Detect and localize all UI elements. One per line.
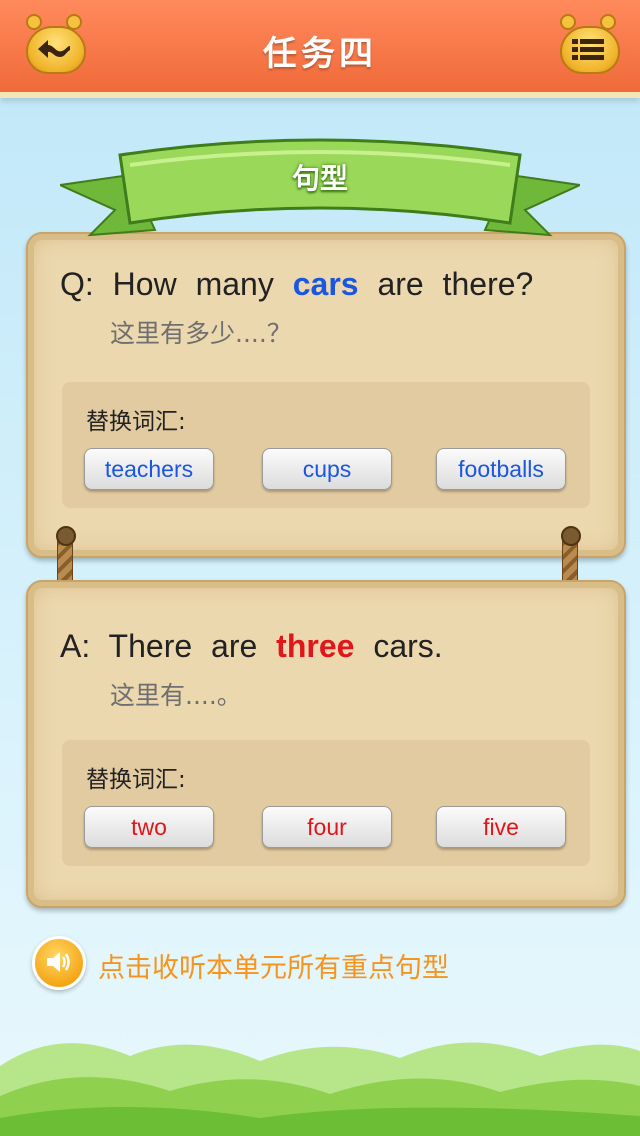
- header-bar: 任务四: [0, 0, 640, 98]
- question-board: Q: How many cars are there? 这里有多少....？ 替…: [26, 232, 626, 558]
- ribbon-shape: [56, 138, 584, 237]
- audio-label[interactable]: 点击收听本单元所有重点句型: [98, 946, 449, 985]
- answer-panel-label: 替换词汇:: [86, 767, 186, 793]
- answer-board: A: There are three cars. 这里有....。 替换词汇: …: [26, 580, 626, 908]
- option-footballs-button[interactable]: footballs: [436, 448, 566, 490]
- question-prefix: Q:: [60, 266, 94, 302]
- question-panel-label: 替换词汇:: [86, 409, 186, 435]
- option-cups-button[interactable]: cups: [262, 448, 392, 490]
- answer-words-after: cars.: [373, 628, 443, 664]
- option-five-button[interactable]: five: [436, 806, 566, 848]
- speaker-icon: [47, 952, 70, 972]
- answer-words-before: There are: [108, 628, 258, 664]
- option-teachers-button[interactable]: teachers: [84, 448, 214, 490]
- menu-list-icon: [572, 39, 604, 60]
- question-translation: 这里有多少....？: [110, 319, 292, 348]
- answer-replacement-panel: 替换词汇: two four five: [62, 740, 590, 866]
- question-sentence: Q: How many cars are there?: [60, 266, 533, 303]
- hills-decoration: [0, 1042, 640, 1136]
- question-words-after: are there?: [377, 266, 534, 302]
- page-title: 任务四: [263, 34, 377, 74]
- answer-translation: 这里有....。: [110, 681, 242, 710]
- menu-button[interactable]: [556, 14, 620, 74]
- ribbon-title: 句型: [291, 162, 348, 195]
- answer-highlight-word[interactable]: three: [276, 628, 354, 664]
- rope-knot: [56, 526, 76, 546]
- play-audio-button[interactable]: [32, 936, 86, 990]
- answer-sentence: A: There are three cars.: [60, 628, 443, 665]
- question-words-before: How many: [112, 266, 274, 302]
- question-highlight-word[interactable]: cars: [293, 266, 359, 302]
- rope-knot: [561, 526, 581, 546]
- option-two-button[interactable]: two: [84, 806, 214, 848]
- option-four-button[interactable]: four: [262, 806, 392, 848]
- answer-prefix: A:: [60, 628, 91, 664]
- antenna-left: [560, 14, 576, 30]
- section-ribbon: 句型: [56, 135, 584, 265]
- question-replacement-panel: 替换词汇: teachers cups footballs: [62, 382, 590, 508]
